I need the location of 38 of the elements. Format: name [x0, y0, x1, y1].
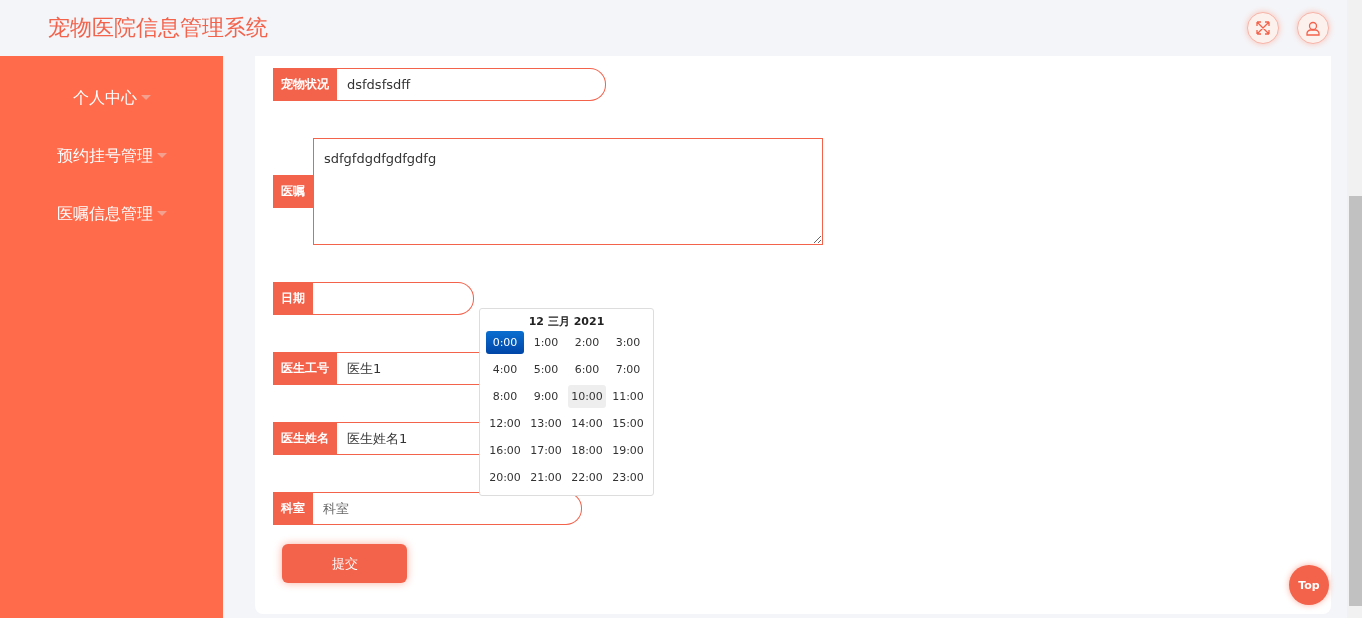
expand-icon — [1256, 21, 1270, 35]
hour-option[interactable]: 22:00 — [568, 466, 606, 489]
hour-option[interactable]: 20:00 — [486, 466, 524, 489]
hour-option[interactable]: 8:00 — [486, 385, 524, 408]
hour-option[interactable]: 11:00 — [609, 385, 647, 408]
hour-option[interactable]: 3:00 — [609, 331, 647, 354]
field-label: 医嘱 — [273, 175, 313, 208]
hour-option[interactable]: 4:00 — [486, 358, 524, 381]
field-label: 科室 — [273, 492, 313, 525]
hour-option[interactable]: 0:00 — [486, 331, 524, 354]
hour-option[interactable]: 15:00 — [609, 412, 647, 435]
user-button[interactable] — [1297, 12, 1329, 44]
field-label: 医生工号 — [273, 352, 337, 385]
picker-date: 12 三月 2021 — [527, 314, 606, 328]
hour-option[interactable]: 10:00 — [568, 385, 606, 408]
hour-option[interactable]: 2:00 — [568, 331, 606, 354]
caret-icon — [156, 211, 167, 217]
hour-option[interactable]: 21:00 — [527, 466, 565, 489]
input-field[interactable]: dsfdsfsdff — [337, 68, 606, 101]
input-field[interactable]: 科室 — [313, 492, 582, 525]
hour-option[interactable]: 1:00 — [527, 331, 565, 354]
app-title: 宠物医院信息管理系统 — [48, 14, 269, 42]
hour-option[interactable]: 7:00 — [609, 358, 647, 381]
text-area[interactable]: sdfgfdgdfgdfgdfg — [313, 138, 823, 245]
scrollbar[interactable] — [1347, 0, 1362, 618]
caret-icon — [156, 153, 167, 159]
user-icon — [1306, 20, 1320, 36]
field-label: 日期 — [273, 282, 313, 315]
input-field[interactable] — [313, 282, 474, 315]
hour-option[interactable]: 9:00 — [527, 385, 565, 408]
caret-icon — [140, 95, 151, 101]
hour-option[interactable]: 6:00 — [568, 358, 606, 381]
field-label: 医生姓名 — [273, 422, 337, 455]
field-label: 宠物状况 — [273, 68, 337, 101]
hour-option[interactable]: 23:00 — [609, 466, 647, 489]
hour-option[interactable]: 5:00 — [527, 358, 565, 381]
hour-option[interactable]: 19:00 — [609, 439, 647, 462]
fullscreen-button[interactable] — [1247, 12, 1279, 44]
